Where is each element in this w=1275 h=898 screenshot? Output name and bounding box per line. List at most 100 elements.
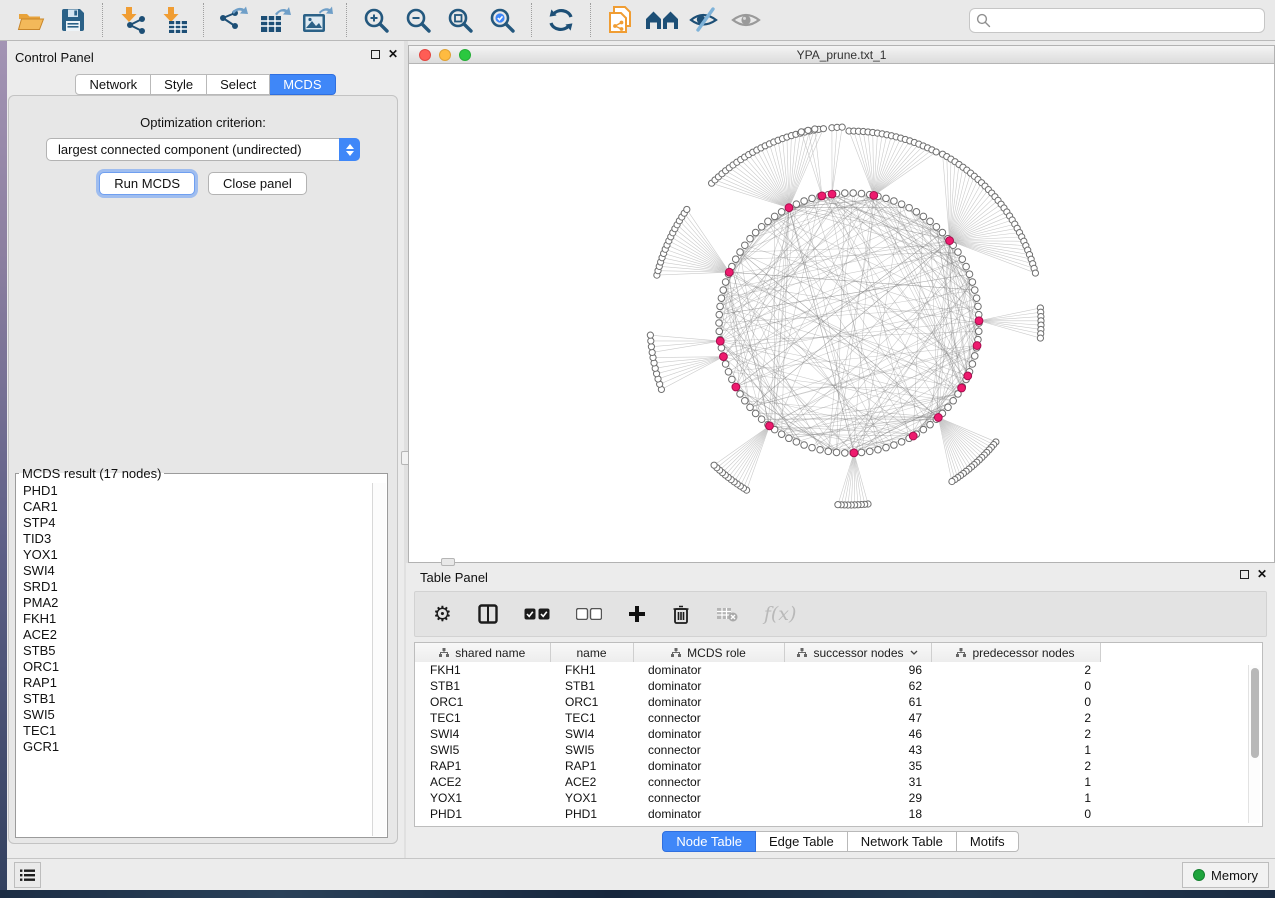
- table-settings-gear-icon[interactable]: ⚙: [433, 603, 452, 625]
- first-neighbors-button[interactable]: [645, 3, 679, 37]
- delete-column-trash-icon[interactable]: [672, 604, 690, 624]
- select-all-columns-icon[interactable]: [524, 608, 550, 620]
- float-panel-icon[interactable]: [371, 50, 380, 59]
- table-row[interactable]: STB1STB1dominator620: [415, 678, 1262, 694]
- show-columns-icon[interactable]: [478, 604, 498, 624]
- run-mcds-button[interactable]: Run MCDS: [99, 172, 195, 195]
- node-table[interactable]: shared namenameMCDS rolesuccessor nodesp…: [415, 643, 1262, 822]
- table-tab-node-table[interactable]: Node Table: [662, 831, 756, 852]
- memory-button[interactable]: Memory: [1182, 862, 1269, 888]
- table-row[interactable]: TEC1TEC1connector472: [415, 710, 1262, 726]
- tab-network[interactable]: Network: [75, 74, 151, 95]
- mcds-result-scrollbar[interactable]: [372, 483, 386, 836]
- table-toolbar: ⚙: [414, 591, 1267, 637]
- mcds-result-item[interactable]: ACE2: [17, 627, 372, 643]
- optimization-criterion-select[interactable]: largest connected component (undirected): [46, 138, 360, 161]
- zoom-out-button[interactable]: [401, 3, 435, 37]
- open-file-button[interactable]: [14, 3, 48, 37]
- zoom-selected-button[interactable]: [485, 3, 519, 37]
- search-input[interactable]: [991, 10, 1258, 30]
- mcds-result-item[interactable]: STB1: [17, 691, 372, 707]
- save-icon: [60, 7, 86, 33]
- table-row[interactable]: SWI4SWI4dominator462: [415, 726, 1262, 742]
- mcds-result-item[interactable]: YOX1: [17, 547, 372, 563]
- zoom-fit-button[interactable]: [443, 3, 477, 37]
- table-row[interactable]: ORC1ORC1dominator610: [415, 694, 1262, 710]
- window-list-button[interactable]: [14, 862, 41, 888]
- list-icon: [20, 869, 35, 882]
- hide-selected-button[interactable]: [687, 3, 721, 37]
- mcds-result-item[interactable]: SRD1: [17, 579, 372, 595]
- tab-mcds[interactable]: MCDS: [270, 74, 335, 95]
- mcds-result-item[interactable]: GCR1: [17, 739, 372, 755]
- float-table-panel-icon[interactable]: [1240, 570, 1249, 579]
- node-table-container: shared namenameMCDS rolesuccessor nodesp…: [414, 642, 1263, 827]
- show-all-button[interactable]: [729, 3, 763, 37]
- table-tab-network-table[interactable]: Network Table: [848, 831, 957, 852]
- import-network-button[interactable]: [115, 3, 149, 37]
- apply-layout-button[interactable]: [544, 3, 578, 37]
- table-panel: Table Panel ✕ ⚙: [406, 563, 1275, 858]
- optimization-criterion-label: Optimization criterion:: [9, 115, 397, 130]
- export-network-button[interactable]: [216, 3, 250, 37]
- column-header-successor-nodes[interactable]: successor nodes: [784, 643, 931, 662]
- copy-network-icon: [606, 5, 634, 35]
- zoom-fit-icon: [447, 7, 474, 34]
- control-panel-tabs: NetworkStyleSelectMCDS: [7, 74, 404, 95]
- copy-network-button[interactable]: [603, 3, 637, 37]
- column-header-shared-name[interactable]: shared name: [415, 643, 550, 662]
- window-maximize-button[interactable]: [459, 49, 471, 61]
- function-builder-icon-disabled: f(x): [764, 603, 797, 625]
- close-panel-button[interactable]: Close panel: [208, 172, 307, 195]
- table-row[interactable]: YOX1YOX1connector291: [415, 790, 1262, 806]
- mcds-result-item[interactable]: STP4: [17, 515, 372, 531]
- export-table-button[interactable]: [258, 3, 292, 37]
- table-row[interactable]: PHD1PHD1dominator180: [415, 806, 1262, 822]
- mcds-result-item[interactable]: PMA2: [17, 595, 372, 611]
- column-header-name[interactable]: name: [550, 643, 633, 662]
- table-tab-edge-table[interactable]: Edge Table: [756, 831, 848, 852]
- window-minimize-button[interactable]: [439, 49, 451, 61]
- column-header-predecessor-nodes[interactable]: predecessor nodes: [931, 643, 1100, 662]
- control-panel-title: Control Panel: [15, 50, 94, 65]
- save-session-button[interactable]: [56, 3, 90, 37]
- table-tab-motifs[interactable]: Motifs: [957, 831, 1019, 852]
- window-close-button[interactable]: [419, 49, 431, 61]
- table-row[interactable]: RAP1RAP1dominator352: [415, 758, 1262, 774]
- horizontal-splitter-handle[interactable]: [441, 558, 455, 566]
- table-row[interactable]: ACE2ACE2connector311: [415, 774, 1262, 790]
- mcds-result-item[interactable]: SWI5: [17, 707, 372, 723]
- mcds-result-item[interactable]: CAR1: [17, 499, 372, 515]
- network-canvas[interactable]: [409, 64, 1274, 562]
- mcds-result-item[interactable]: TEC1: [17, 723, 372, 739]
- mcds-result-item[interactable]: STB5: [17, 643, 372, 659]
- first-neighbors-icon: [645, 8, 679, 32]
- mcds-result-item[interactable]: SWI4: [17, 563, 372, 579]
- close-table-panel-icon[interactable]: ✕: [1257, 569, 1267, 579]
- close-panel-icon[interactable]: ✕: [388, 49, 398, 59]
- column-header-MCDS-role[interactable]: MCDS role: [633, 643, 784, 662]
- mcds-result-item[interactable]: TID3: [17, 531, 372, 547]
- mcds-result-item[interactable]: FKH1: [17, 611, 372, 627]
- import-network-icon: [117, 6, 147, 34]
- zoom-in-button[interactable]: [359, 3, 393, 37]
- import-table-button[interactable]: [157, 3, 191, 37]
- create-column-plus-icon[interactable]: [628, 605, 646, 623]
- export-image-button[interactable]: [300, 3, 334, 37]
- mcds-result-item[interactable]: RAP1: [17, 675, 372, 691]
- network-window-title: YPA_prune.txt_1: [797, 48, 887, 62]
- deselect-all-columns-icon[interactable]: [576, 608, 602, 620]
- table-row[interactable]: FKH1FKH1dominator962: [415, 662, 1262, 678]
- search-box: [969, 8, 1265, 33]
- tab-style[interactable]: Style: [151, 74, 207, 95]
- table-scrollbar-track[interactable]: [1248, 665, 1260, 823]
- table-row[interactable]: SWI5SWI5connector431: [415, 742, 1262, 758]
- mcds-result-item[interactable]: ORC1: [17, 659, 372, 675]
- network-window-titlebar[interactable]: YPA_prune.txt_1: [409, 46, 1274, 64]
- refresh-icon: [547, 7, 575, 33]
- tab-select[interactable]: Select: [207, 74, 270, 95]
- mcds-result-item[interactable]: PHD1: [17, 483, 372, 499]
- export-image-icon: [301, 6, 333, 34]
- memory-status-dot: [1193, 869, 1205, 881]
- table-scrollbar-thumb[interactable]: [1251, 668, 1259, 758]
